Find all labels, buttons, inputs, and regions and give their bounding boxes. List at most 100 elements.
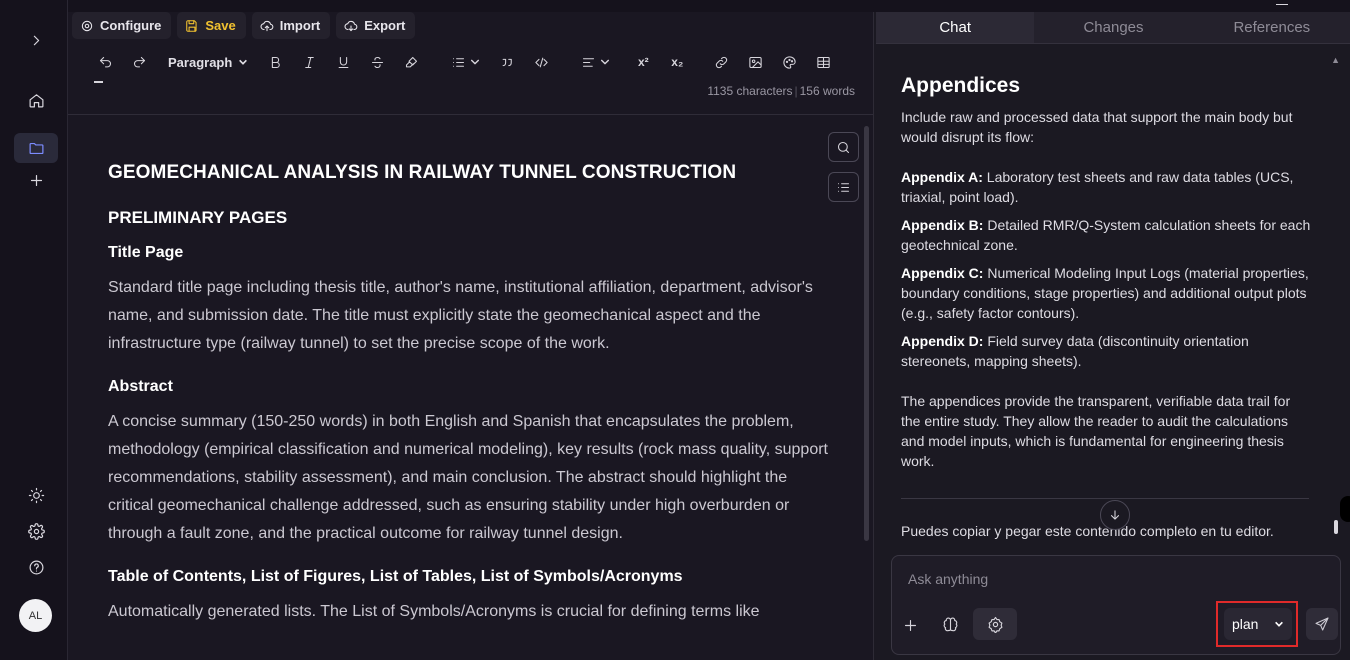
highlighter-icon xyxy=(405,56,417,67)
bold-icon xyxy=(271,56,280,68)
arrow-down-icon xyxy=(1110,510,1120,520)
align-dropdown-button[interactable] xyxy=(570,52,620,72)
chat-message: Appendices Include raw and processed dat… xyxy=(901,74,1311,491)
theme-toggle-button[interactable] xyxy=(14,480,58,510)
strikethrough-icon xyxy=(371,56,383,68)
link-icon xyxy=(715,56,727,68)
table-button[interactable] xyxy=(806,52,840,72)
outline-button[interactable] xyxy=(828,172,859,202)
highlight-button[interactable] xyxy=(394,52,428,72)
code-icon xyxy=(535,57,548,67)
search-button[interactable] xyxy=(828,132,859,162)
new-document-button[interactable] xyxy=(14,165,58,195)
subsection-heading: Title Page xyxy=(108,244,184,261)
home-icon xyxy=(29,93,43,107)
underline-icon xyxy=(338,56,349,68)
format-toolbar: Paragraph x² x₂ xyxy=(88,52,840,72)
help-button[interactable] xyxy=(14,552,58,582)
import-label: Import xyxy=(279,18,321,33)
color-button[interactable] xyxy=(772,52,806,72)
editor-scrollbar[interactable] xyxy=(864,126,869,541)
plus-icon xyxy=(30,174,42,186)
model-button[interactable] xyxy=(935,610,965,640)
home-button[interactable] xyxy=(14,85,58,115)
save-button[interactable]: Save xyxy=(177,12,246,39)
palette-icon xyxy=(783,55,796,69)
subscript-button[interactable]: x₂ xyxy=(660,52,694,72)
blockquote-button[interactable] xyxy=(490,52,524,72)
document-title: GEOMECHANICAL ANALYSIS IN RAILWAY TUNNEL… xyxy=(108,162,737,183)
mode-select[interactable]: plan xyxy=(1224,608,1292,640)
chevron-down-icon xyxy=(239,59,248,65)
configure-button[interactable]: Configure xyxy=(72,12,172,39)
document-content[interactable]: GEOMECHANICAL ANALYSIS IN RAILWAY TUNNEL… xyxy=(108,162,828,646)
gear-icon xyxy=(81,20,93,31)
link-button[interactable] xyxy=(704,52,738,72)
import-button[interactable]: Import xyxy=(251,12,331,39)
chat-scrollbar[interactable] xyxy=(1334,520,1338,534)
italic-button[interactable] xyxy=(292,52,326,72)
plus-icon xyxy=(904,619,916,631)
tab-references[interactable]: References xyxy=(1193,12,1350,43)
italic-icon xyxy=(305,56,314,68)
left-rail: AL xyxy=(0,0,68,660)
horizontal-rule-button[interactable] xyxy=(94,81,103,83)
strikethrough-button[interactable] xyxy=(360,52,394,72)
brain-icon xyxy=(943,616,957,631)
files-button[interactable] xyxy=(14,133,58,163)
code-button[interactable] xyxy=(524,52,558,72)
chevron-down-icon xyxy=(470,59,479,65)
chevron-right-icon xyxy=(33,35,39,45)
chat-input[interactable]: Ask anything xyxy=(908,571,988,587)
paragraph: Standard title page including thesis tit… xyxy=(108,279,813,352)
paragraph: A concise summary (150-250 words) in bot… xyxy=(108,413,828,542)
image-button[interactable] xyxy=(738,52,772,72)
bold-button[interactable] xyxy=(258,52,292,72)
tab-chat[interactable]: Chat xyxy=(876,12,1035,43)
send-button[interactable] xyxy=(1306,608,1338,640)
send-icon xyxy=(1315,617,1329,631)
toolbar-divider xyxy=(68,114,873,115)
attach-button[interactable] xyxy=(895,610,925,640)
redo-button[interactable] xyxy=(122,52,156,72)
message-heading: Appendices xyxy=(901,74,1021,97)
paragraph: Automatically generated lists. The List … xyxy=(108,603,760,620)
search-icon xyxy=(837,141,850,153)
mode-label: plan xyxy=(1232,616,1259,632)
export-button[interactable]: Export xyxy=(336,12,416,39)
scroll-to-bottom-button[interactable] xyxy=(1100,500,1130,530)
list-dropdown-button[interactable] xyxy=(440,52,490,72)
chat-composer: Ask anything plan xyxy=(891,555,1341,655)
section-heading: PRELIMINARY PAGES xyxy=(108,208,288,227)
save-label: Save xyxy=(205,18,236,33)
edge-handle[interactable] xyxy=(1340,496,1350,522)
appendix-item: Appendix C: Numerical Modeling Input Log… xyxy=(901,265,1309,321)
tab-changes[interactable]: Changes xyxy=(1034,12,1192,43)
chat-settings-button[interactable] xyxy=(973,608,1017,640)
quote-icon xyxy=(502,58,512,66)
save-icon xyxy=(186,19,197,32)
chevron-down-icon xyxy=(1275,621,1283,627)
underline-button[interactable] xyxy=(326,52,360,72)
cloud-upload-icon xyxy=(260,20,274,31)
avatar[interactable]: AL xyxy=(19,599,52,632)
superscript-button[interactable]: x² xyxy=(626,52,660,72)
appendix-item: Appendix A: Laboratory test sheets and r… xyxy=(901,169,1294,205)
expand-sidebar-button[interactable] xyxy=(14,25,58,55)
folder-icon xyxy=(29,142,43,154)
list-icon xyxy=(452,57,464,67)
message-text: Include raw and processed data that supp… xyxy=(901,109,1293,145)
settings-button[interactable] xyxy=(14,516,58,546)
undo-button[interactable] xyxy=(88,52,122,72)
configure-label: Configure xyxy=(100,18,162,33)
cloud-download-icon xyxy=(344,20,358,31)
mode-select-highlight: plan xyxy=(1216,601,1298,647)
subsection-heading: Abstract xyxy=(108,378,173,395)
paragraph-style-select[interactable]: Paragraph xyxy=(156,55,258,70)
list-icon xyxy=(837,182,850,192)
appendix-item: Appendix D: Field survey data (discontin… xyxy=(901,333,1249,369)
subsection-heading: Table of Contents, List of Figures, List… xyxy=(108,568,683,585)
chevron-down-icon xyxy=(600,59,609,65)
minimize-icon[interactable] xyxy=(1276,4,1288,5)
scroll-up-arrow-icon[interactable]: ▲ xyxy=(1331,55,1340,65)
